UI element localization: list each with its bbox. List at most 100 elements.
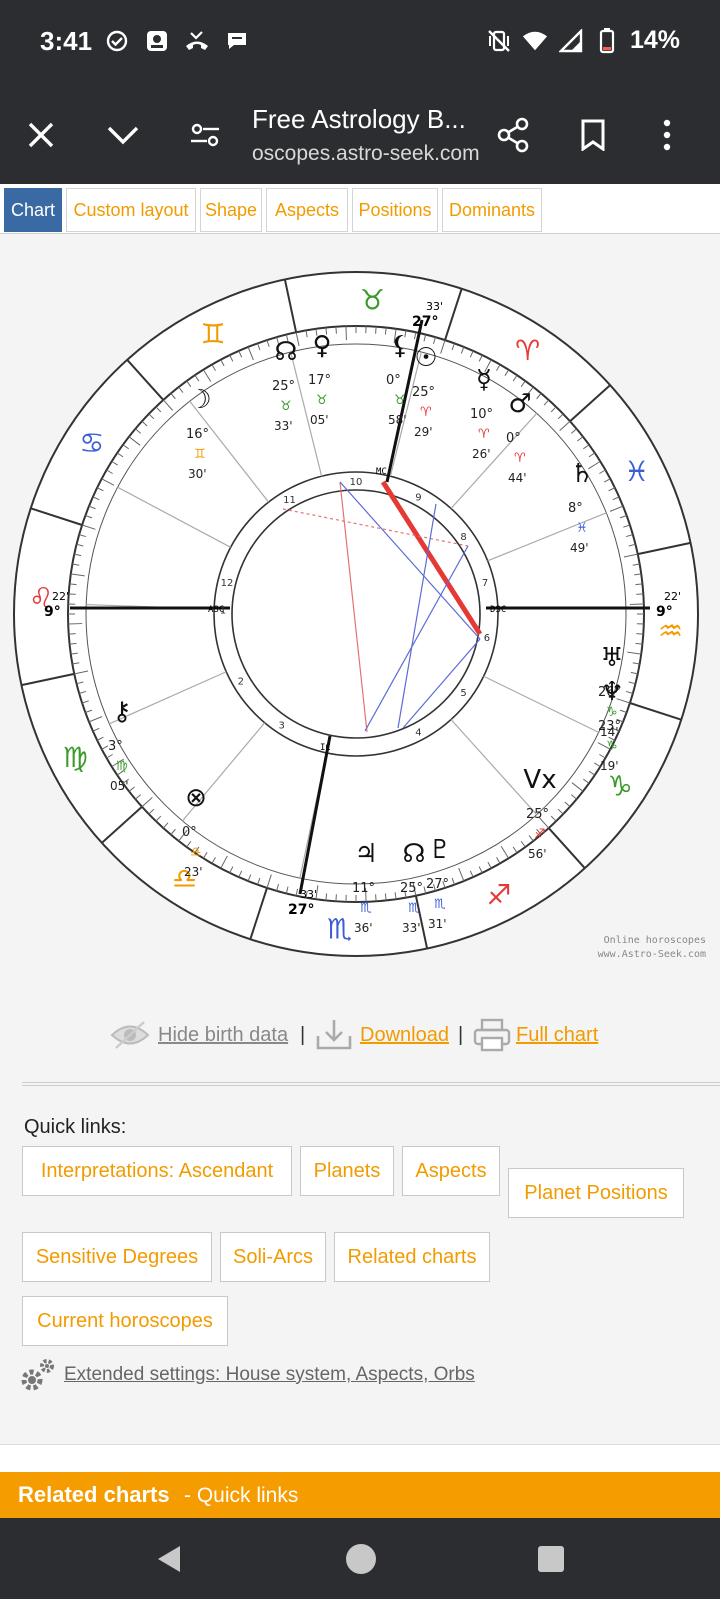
quick-link-aspects[interactable]: Aspects (402, 1146, 500, 1196)
zodiac-sign-glyph: ♉ (360, 283, 385, 316)
battery-low-icon (594, 27, 620, 54)
house-number: 6 (484, 633, 490, 644)
planet-glyph: ♃ (354, 839, 377, 869)
ic-degree: 27° (288, 902, 314, 918)
recents-nav-button[interactable] (536, 1544, 566, 1574)
tab-dominants[interactable]: Dominants (442, 188, 542, 232)
planet-sign: ♉ (316, 393, 328, 408)
house-number: 2 (238, 677, 244, 688)
hide-birth-data-link[interactable]: Hide birth data (158, 1024, 288, 1047)
planet-degree: 3° (108, 739, 123, 754)
ic-minutes: 33' (300, 888, 317, 901)
quick-link-planets[interactable]: Planets (300, 1146, 394, 1196)
planet-sign: ♎ (190, 845, 202, 860)
planet-minutes: 49' (570, 541, 589, 555)
chart-actions: Hide birth data | Download | Full chart (0, 1010, 720, 1060)
quick-link-soli-arcs[interactable]: Soli-Arcs (220, 1232, 326, 1282)
planet-glyph: ⚷ (112, 697, 131, 727)
house-number: 7 (482, 578, 488, 589)
quick-link-current-horoscopes[interactable]: Current horoscopes (22, 1296, 228, 1346)
planet-degree: 0° (182, 825, 197, 840)
house-number: 3 (278, 720, 284, 731)
eye-icon (110, 1021, 150, 1049)
ic-label: IC (320, 743, 331, 753)
more-button[interactable] (642, 110, 692, 160)
planet-sign: ♏ (434, 897, 446, 912)
quick-link-sensitive-degrees[interactable]: Sensitive Degrees (22, 1232, 212, 1282)
action-separator: | (458, 1024, 464, 1046)
page-settings-button[interactable] (180, 110, 230, 160)
dsc-degree: 9° (656, 604, 673, 620)
planet-glyph: ♂ (508, 389, 531, 419)
chart-tabs: Chart Custom layout Shape Aspects Positi… (0, 184, 720, 234)
house-number: 5 (460, 688, 466, 699)
check-circle-icon (104, 28, 130, 54)
planet-glyph: ♇ (428, 835, 451, 865)
quick-link-related-charts[interactable]: Related charts (334, 1232, 490, 1282)
close-icon (28, 122, 54, 148)
zodiac-sign-glyph: ♑ (608, 770, 633, 803)
planet-degree: 16° (186, 427, 209, 442)
planet-sign: ♍ (116, 759, 128, 774)
planet-minutes: 58' (388, 413, 407, 427)
download-icon (316, 1020, 352, 1050)
extended-settings-link[interactable]: Extended settings: House system, Aspects… (64, 1364, 475, 1386)
battery-percent: 14% (629, 26, 680, 54)
printer-icon (473, 1018, 511, 1052)
planet-glyph: ☿ (476, 365, 492, 395)
planet-glyph: ⊗ (185, 783, 207, 813)
asc-minutes: 22' (52, 590, 69, 603)
planet-degree: 0° (506, 431, 521, 446)
chart-credit: Online horoscopes www.Astro-Seek.com (560, 934, 706, 962)
vibrate-off-icon (486, 28, 512, 54)
minimize-button[interactable] (98, 110, 148, 160)
dsc-label: DSC (490, 605, 506, 615)
quick-link-planet-positions[interactable]: Planet Positions (508, 1168, 684, 1218)
planet-minutes: 19' (600, 759, 619, 773)
planet-glyph: ☽ (188, 385, 211, 415)
house-ring-inner (231, 489, 481, 739)
planet-marker: ♀ 17° ♉ 05' (308, 331, 332, 427)
tab-aspects[interactable]: Aspects (266, 188, 348, 232)
planet-degree: 8° (568, 501, 583, 516)
planet-sign: ♈ (514, 451, 526, 466)
chevron-down-icon (107, 126, 139, 145)
status-time: 3:41 (40, 26, 93, 56)
house-number: 10 (350, 477, 363, 488)
natal-chart-wheel: ♉♈♓♒♑♐♏♎♍♌♋♊ 109876543211211 ☊25°♉33'♀17… (13, 271, 699, 957)
zodiac-sign-glyph: ♓ (624, 455, 649, 488)
full-chart-link[interactable]: Full chart (516, 1024, 598, 1047)
zodiac-sign-glyph: ♐ (486, 879, 511, 912)
planet-minutes: 36' (354, 921, 373, 935)
related-charts-title: Related charts (18, 1482, 170, 1507)
asc-label: ASC (208, 605, 224, 615)
tab-positions[interactable]: Positions (352, 188, 438, 232)
planet-degree: 11° (352, 881, 375, 896)
related-charts-subtitle: - Quick links (184, 1484, 299, 1507)
quick-link-interpretations-ascendant[interactable]: Interpretations: Ascendant (22, 1146, 292, 1196)
share-button[interactable] (488, 110, 538, 160)
status-bar: 3:41 14% (0, 0, 720, 88)
planet-glyph: ☊ (402, 839, 425, 869)
planet-glyph: ⚸ (390, 331, 409, 361)
planet-degree: 17° (308, 373, 331, 388)
back-nav-button[interactable] (154, 1544, 184, 1574)
planet-minutes: 26' (472, 447, 491, 461)
bookmark-button[interactable] (568, 110, 618, 160)
gears-icon (21, 1359, 54, 1391)
page-settings-icon (191, 123, 219, 147)
related-charts-header[interactable]: Related charts - Quick links (0, 1472, 720, 1518)
tab-shape[interactable]: Shape (200, 188, 262, 232)
close-button[interactable] (16, 110, 66, 160)
house-number: 4 (415, 727, 421, 738)
planet-sign: ♑ (606, 739, 618, 754)
home-nav-button[interactable] (344, 1542, 378, 1576)
quick-links-title: Quick links: (24, 1116, 127, 1138)
zodiac-sign-glyph: ♍ (63, 741, 88, 774)
tab-chart[interactable]: Chart (4, 188, 62, 232)
house-number: 8 (460, 532, 466, 543)
download-link[interactable]: Download (360, 1024, 449, 1047)
planet-minutes: 31' (428, 917, 447, 931)
planet-minutes: 05' (310, 413, 329, 427)
tab-custom-layout[interactable]: Custom layout (66, 188, 196, 232)
